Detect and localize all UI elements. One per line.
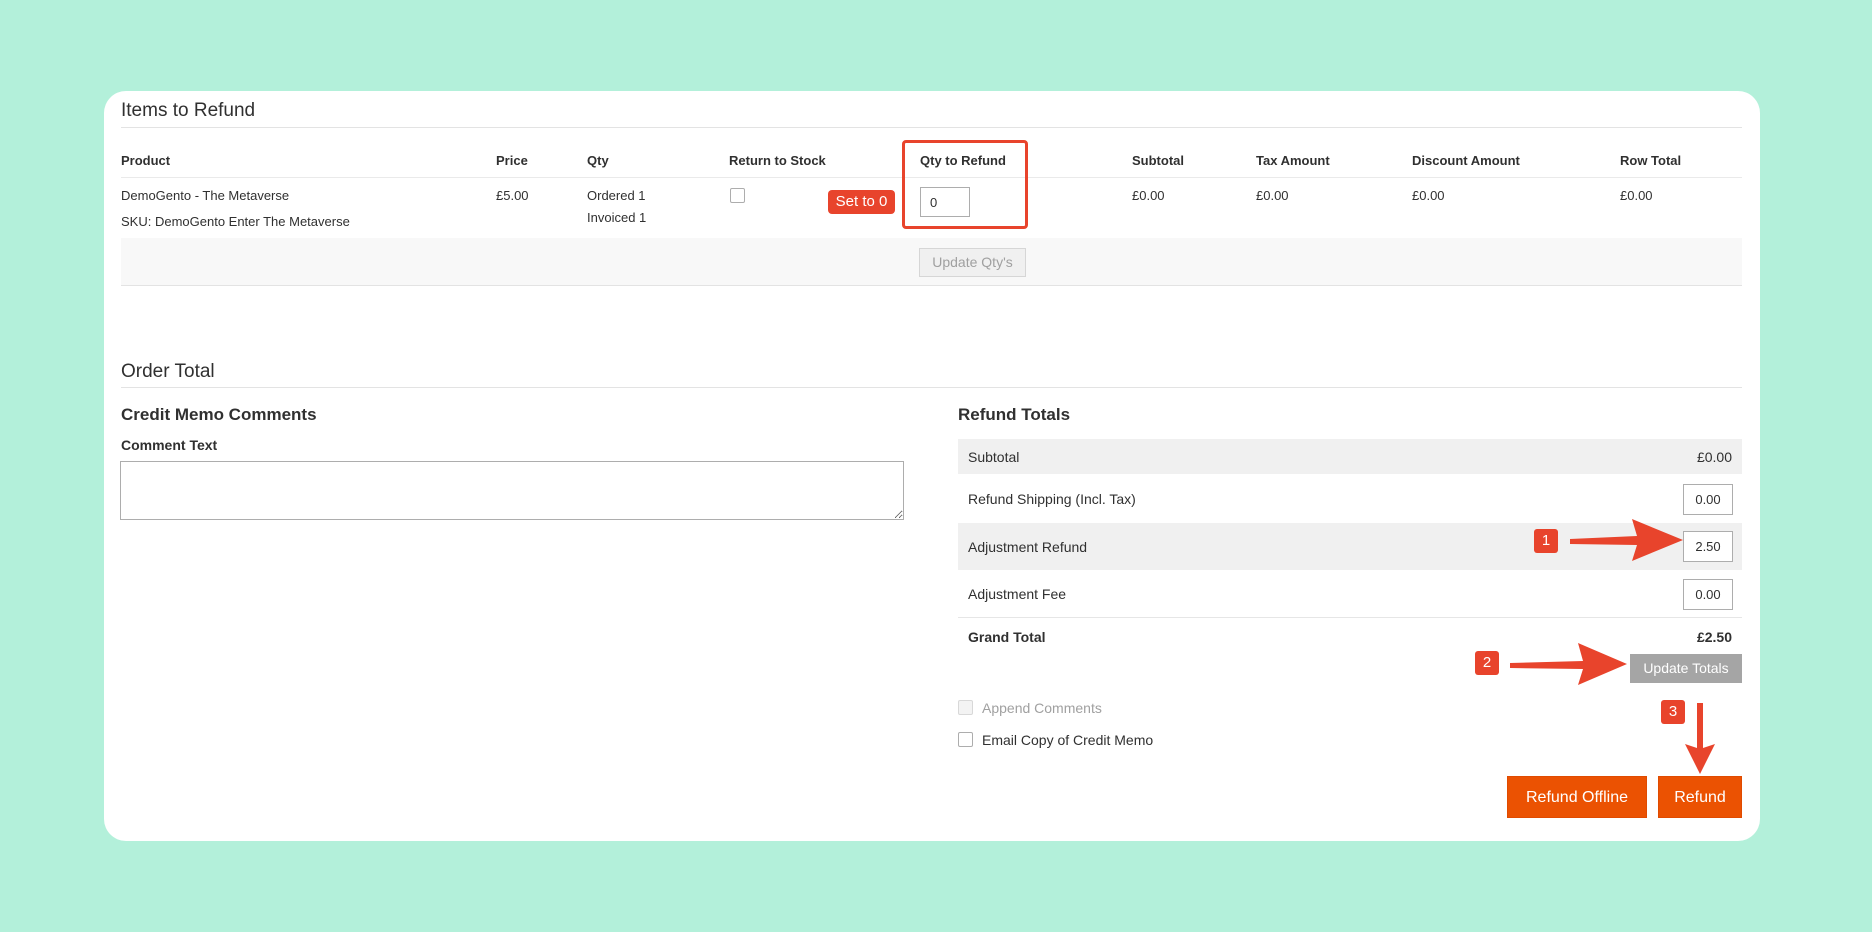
- refund-offline-button[interactable]: Refund Offline: [1507, 776, 1647, 818]
- annotation-arrow-1-icon: [1570, 519, 1683, 561]
- col-return-to-stock: Return to Stock: [729, 153, 826, 168]
- subtotal-row: Subtotal £0.00: [958, 439, 1742, 474]
- row-discount-amount: £0.00: [1412, 188, 1445, 203]
- append-comments-label: Append Comments: [982, 700, 1102, 716]
- annotation-badge-2: 2: [1475, 651, 1499, 675]
- row-tax-amount: £0.00: [1256, 188, 1289, 203]
- annotation-arrow-2-icon: [1510, 643, 1627, 685]
- refund-totals-title: Refund Totals: [958, 405, 1071, 424]
- refund-button[interactable]: Refund: [1658, 776, 1742, 818]
- set-to-zero-tag: Set to 0: [828, 190, 895, 214]
- adjustment-refund-input[interactable]: 2.50: [1683, 531, 1733, 562]
- subtotal-label: Subtotal: [968, 449, 1020, 465]
- row-subtotal: £0.00: [1132, 188, 1165, 203]
- qty-ordered: Ordered 1: [587, 188, 646, 203]
- qty-invoiced: Invoiced 1: [587, 210, 647, 225]
- adjustment-fee-input[interactable]: 0.00: [1683, 579, 1733, 610]
- credit-memo-comments-title: Credit Memo Comments: [121, 405, 317, 424]
- col-discount-amount: Discount Amount: [1412, 153, 1520, 168]
- qty-to-refund-input[interactable]: [920, 187, 970, 217]
- annotation-badge-1: 1: [1534, 529, 1558, 553]
- row-total: £0.00: [1620, 188, 1653, 203]
- col-row-total: Row Total: [1620, 153, 1682, 168]
- col-tax-amount: Tax Amount: [1256, 153, 1330, 168]
- adjustment-fee-label: Adjustment Fee: [968, 586, 1067, 602]
- update-totals-button[interactable]: Update Totals: [1630, 654, 1742, 683]
- items-title-divider: [121, 127, 1742, 128]
- grand-total-label: Grand Total: [968, 629, 1046, 645]
- return-to-stock-checkbox[interactable]: [730, 188, 745, 203]
- order-total-title: Order Total: [121, 361, 215, 382]
- adjustment-refund-label: Adjustment Refund: [968, 539, 1088, 555]
- append-comments-checkbox[interactable]: [958, 700, 973, 715]
- annotation-arrow-3-icon: [1685, 703, 1715, 774]
- refund-shipping-input[interactable]: 0.00: [1683, 484, 1733, 515]
- item-price: £5.00: [496, 188, 529, 203]
- order-total-divider: [121, 387, 1742, 388]
- adjustment-fee-row: Adjustment Fee 0.00: [958, 571, 1742, 618]
- product-sku: SKU: DemoGento Enter The Metaverse: [121, 214, 350, 229]
- grand-total-value: £2.50: [1696, 629, 1732, 645]
- col-qty: Qty: [587, 153, 609, 168]
- email-copy-checkbox[interactable]: [958, 732, 973, 747]
- comment-textarea[interactable]: [120, 461, 904, 520]
- comment-text-label: Comment Text: [121, 437, 218, 453]
- product-name: DemoGento - The Metaverse: [121, 188, 290, 203]
- refund-shipping-label: Refund Shipping (Incl. Tax): [968, 491, 1136, 507]
- col-price: Price: [496, 153, 528, 168]
- subtotal-value: £0.00: [1696, 449, 1732, 465]
- items-to-refund-title: Items to Refund: [121, 100, 256, 121]
- email-copy-label: Email Copy of Credit Memo: [982, 732, 1154, 748]
- col-product: Product: [121, 153, 171, 168]
- update-qty-button[interactable]: Update Qty's: [919, 248, 1026, 277]
- col-subtotal: Subtotal: [1132, 153, 1184, 168]
